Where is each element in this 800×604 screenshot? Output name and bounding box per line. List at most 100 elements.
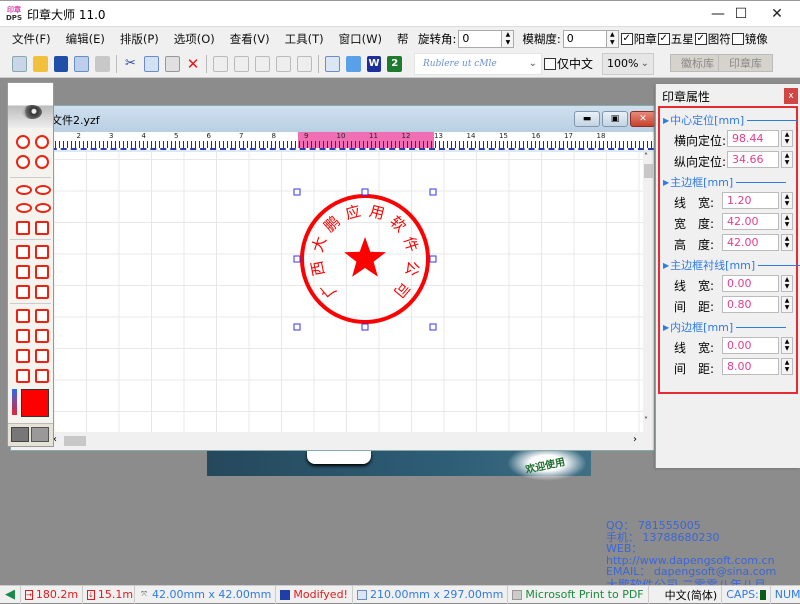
horizontal-scroll-thumb[interactable] <box>64 436 86 446</box>
menu-options[interactable]: 选项(O) <box>174 31 215 47</box>
square-stamp-icon[interactable] <box>35 309 49 323</box>
stamp-library-icon[interactable] <box>11 427 29 442</box>
square-stamp-icon[interactable] <box>16 285 30 299</box>
field-spinner[interactable]: ▲ ▼ <box>781 358 793 375</box>
color-gradient-bar[interactable] <box>12 389 17 415</box>
field-spinner[interactable]: ▲ ▼ <box>781 192 793 209</box>
doc-minimize-button[interactable]: ▬ <box>574 111 600 127</box>
rect-stamp-icon[interactable] <box>16 369 30 383</box>
tab-logo-library[interactable]: 徽标库 <box>670 54 725 72</box>
delete-icon[interactable]: ✕ <box>186 55 201 73</box>
field-input[interactable]: 8.00 <box>722 358 779 375</box>
resize-handle[interactable] <box>429 255 437 263</box>
resize-handle[interactable] <box>361 323 369 331</box>
rotation-input[interactable]: 0 <box>458 29 503 48</box>
field-input[interactable]: 0.80 <box>722 296 779 313</box>
field-input[interactable]: 42.00 <box>722 213 779 230</box>
blur-spinner[interactable]: ▲ ▼ <box>606 29 619 48</box>
menu-tools[interactable]: 工具(T) <box>285 31 324 47</box>
align-right-icon[interactable] <box>234 55 250 72</box>
checkbox-chinese-only[interactable]: 仅中文 <box>544 55 593 72</box>
align-left-icon[interactable] <box>255 55 271 72</box>
font-select[interactable]: Rublere ut cMle ⌄ <box>414 52 542 75</box>
round-stamp-icon[interactable] <box>35 135 49 149</box>
status-scroll-left-icon[interactable]: ◀ <box>0 585 21 604</box>
image-icon[interactable] <box>324 55 340 72</box>
field-input[interactable]: 98.44 <box>727 130 779 147</box>
align-top-icon[interactable] <box>276 55 292 72</box>
field-spinner[interactable]: ▲ ▼ <box>781 151 793 168</box>
oval-stamp-icon[interactable] <box>35 185 51 195</box>
field-spinner[interactable]: ▲ ▼ <box>781 337 793 354</box>
tab-stamp-library[interactable]: 印章库 <box>718 54 773 72</box>
save-icon[interactable] <box>53 55 69 72</box>
square-stamp-icon[interactable] <box>35 285 49 299</box>
checkbox-symbol[interactable]: ✓ 图符 <box>694 31 731 47</box>
doc-restore-button[interactable]: ▣ <box>602 111 628 127</box>
field-spinner[interactable]: ▲ ▼ <box>781 130 793 147</box>
grid-stamp-icon[interactable] <box>35 221 49 235</box>
print-icon[interactable] <box>95 55 111 72</box>
export-image-icon[interactable] <box>345 55 361 72</box>
rect-stamp-icon[interactable] <box>35 349 49 363</box>
export-stamp-icon[interactable] <box>31 427 49 442</box>
square-stamp-icon[interactable] <box>35 329 49 343</box>
eye-icon[interactable] <box>8 83 53 128</box>
resize-handle[interactable] <box>293 188 301 196</box>
new-icon[interactable] <box>12 55 27 72</box>
diamond-stamp-icon[interactable] <box>16 265 30 279</box>
square-stamp-icon[interactable] <box>16 329 30 343</box>
oval-stamp-icon[interactable] <box>35 155 49 169</box>
resize-handle[interactable] <box>293 323 301 331</box>
current-color-swatch[interactable] <box>21 389 49 417</box>
scroll-up-icon[interactable]: ˄ <box>644 152 648 161</box>
menu-edit[interactable]: 编辑(E) <box>66 31 105 47</box>
blur-input[interactable]: 0 <box>562 29 607 48</box>
scroll-right-icon[interactable]: › <box>633 434 637 445</box>
oval-stamp-icon[interactable] <box>16 203 32 213</box>
menu-layout[interactable]: 排版(P) <box>120 31 159 47</box>
resize-handle[interactable] <box>293 255 301 263</box>
checkbox-star[interactable]: ✓ 五星 <box>657 31 694 47</box>
checkbox-mirror[interactable]: 镜像 <box>731 31 768 47</box>
square-stamp-icon[interactable] <box>16 245 30 259</box>
resize-handle[interactable] <box>429 323 437 331</box>
copy-icon[interactable] <box>143 55 159 72</box>
cut-icon[interactable]: ✂ <box>123 56 138 72</box>
paste-icon[interactable] <box>164 55 180 72</box>
resize-handle[interactable] <box>361 188 369 196</box>
oval-stamp-icon[interactable] <box>35 203 51 213</box>
preview-icon[interactable] <box>74 55 90 72</box>
rotation-spinner[interactable]: ▲ ▼ <box>502 29 515 48</box>
square-stamp-icon[interactable] <box>16 309 30 323</box>
field-spinner[interactable]: ▲ ▼ <box>781 234 793 251</box>
oval-stamp-icon[interactable] <box>16 185 32 195</box>
field-spinner[interactable]: ▲ ▼ <box>781 296 793 313</box>
rect-stamp-icon[interactable] <box>35 369 49 383</box>
zoom-select[interactable]: 100% ⌄ <box>602 52 655 75</box>
field-input[interactable]: 0.00 <box>722 275 779 292</box>
align-bottom-icon[interactable] <box>297 55 312 72</box>
panel-close-button[interactable]: x <box>784 88 798 104</box>
word-icon[interactable]: W <box>366 55 382 72</box>
resize-handle[interactable] <box>429 188 437 196</box>
triangle-stamp-icon[interactable] <box>35 265 49 279</box>
field-input[interactable]: 0.00 <box>722 337 779 354</box>
stamp-preview[interactable]: 广西大鹏应用软件公司 <box>287 186 447 346</box>
oval-stamp-icon[interactable] <box>16 155 30 169</box>
menu-view[interactable]: 查看(V) <box>230 31 270 47</box>
square-stamp-icon[interactable] <box>35 245 49 259</box>
checkbox-yang[interactable]: ✓ 阳章 <box>620 31 657 47</box>
excel-icon[interactable]: 2 <box>387 55 403 72</box>
doc-close-button[interactable]: ✕ <box>630 111 656 127</box>
vertical-scrollbar[interactable]: ˄ ˅ <box>643 152 654 432</box>
menu-window[interactable]: 窗口(W) <box>339 31 382 47</box>
square-stamp-icon[interactable] <box>16 349 30 363</box>
grid-stamp-icon[interactable] <box>16 221 30 235</box>
align-center-icon[interactable] <box>213 55 229 72</box>
field-input[interactable]: 34.66 <box>727 151 779 168</box>
field-input[interactable]: 42.00 <box>722 234 779 251</box>
field-spinner[interactable]: ▲ ▼ <box>781 213 793 230</box>
scroll-down-icon[interactable]: ˅ <box>644 416 648 425</box>
horizontal-scrollbar[interactable]: ‹ › <box>11 432 654 450</box>
